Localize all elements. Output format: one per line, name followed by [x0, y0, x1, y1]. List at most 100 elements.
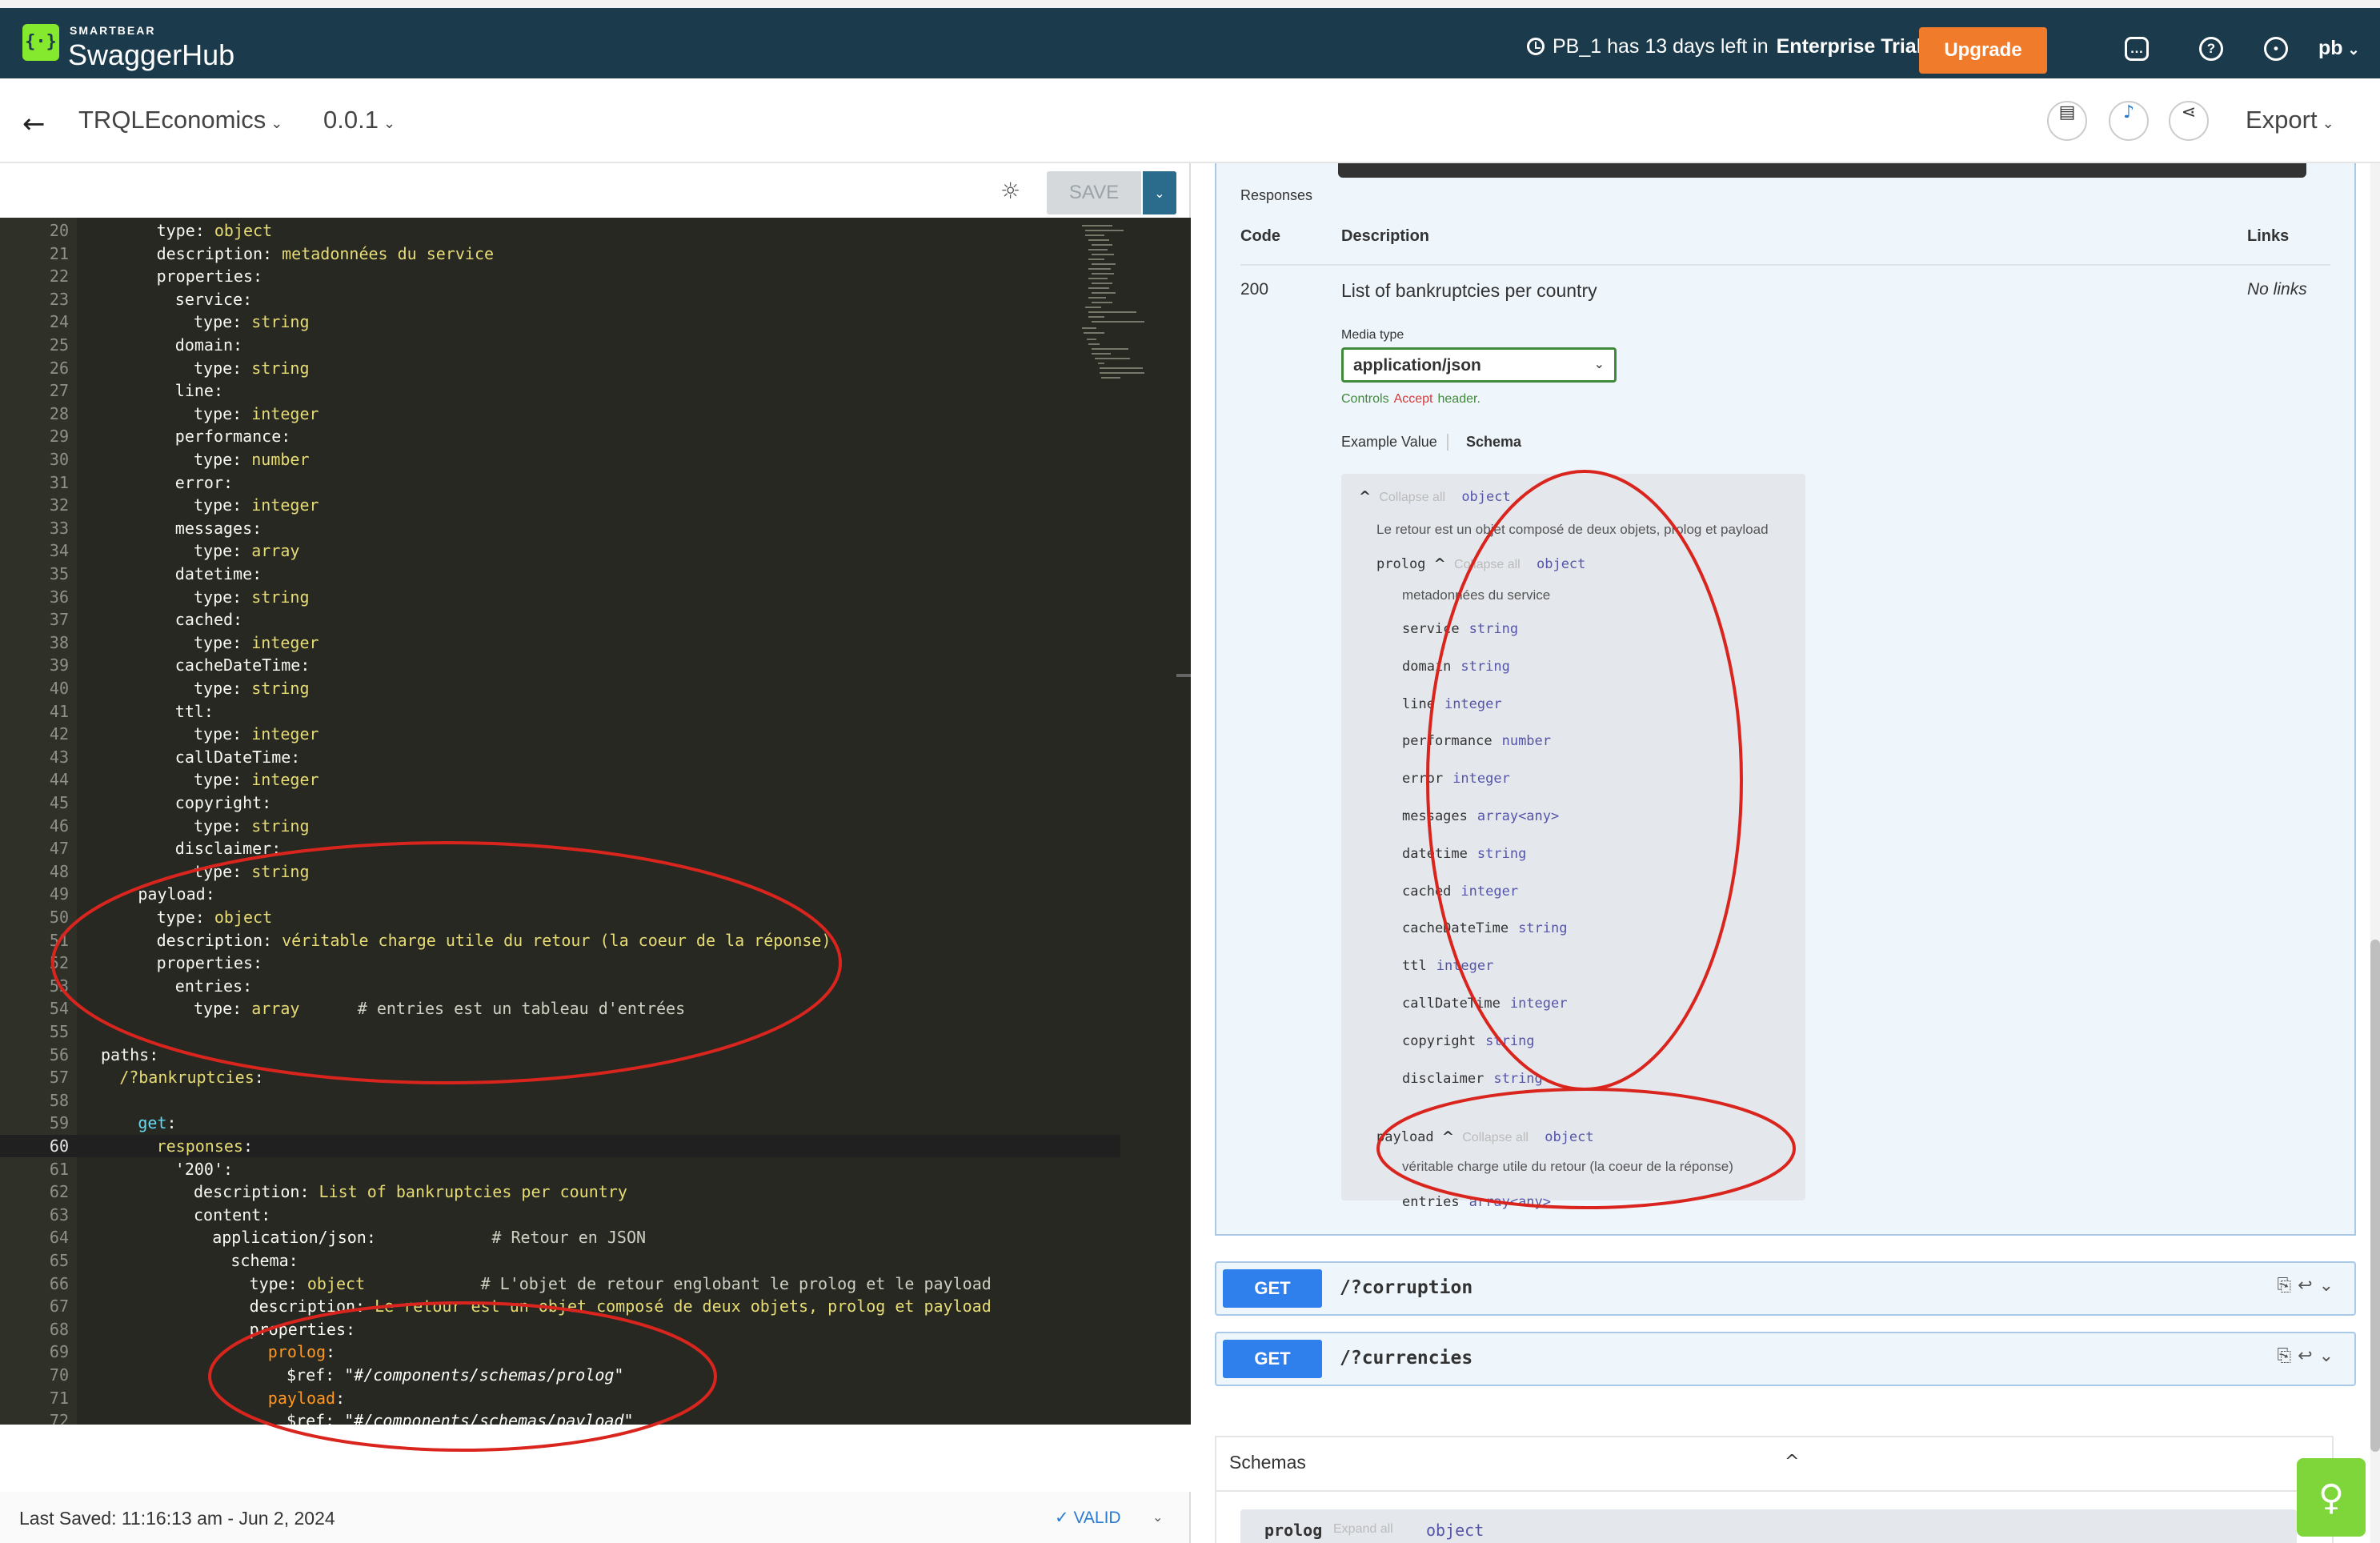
chat-icon[interactable]: … [2125, 37, 2149, 61]
help-icon[interactable]: ? [2199, 37, 2223, 61]
save-dropdown-button[interactable]: ⌄ [1143, 171, 1176, 214]
code-line[interactable]: 38 type: integer [0, 631, 1120, 654]
validation-status[interactable]: ✓ VALID [1055, 1508, 1121, 1528]
code-line[interactable]: 68 properties: [0, 1318, 1120, 1341]
code-line[interactable]: 45 copyright: [0, 792, 1120, 814]
expand-all-link[interactable]: Expand all [1333, 1522, 1393, 1537]
code-line[interactable]: 72 $ref: "#/components/schemas/payload" [0, 1409, 1120, 1425]
root-collapse-row[interactable]: ^ Collapse all object [1359, 488, 1511, 505]
code-line[interactable]: 39 cacheDateTime: [0, 654, 1120, 676]
operation-get-currencies[interactable]: GET /?currencies ⎘↩⌄ [1215, 1332, 2356, 1386]
code-line[interactable]: 47 disclaimer: [0, 837, 1120, 860]
code-line[interactable]: 28 type: integer [0, 403, 1120, 425]
code-line[interactable]: 22 properties: [0, 265, 1120, 287]
chevron-down-icon[interactable]: ⌄ [2319, 1346, 2340, 1366]
code-line[interactable]: 59 get: [0, 1112, 1120, 1134]
code-line[interactable]: 71 payload: [0, 1387, 1120, 1409]
api-version-dropdown[interactable]: 0.0.1 ⌄ [323, 106, 395, 134]
chevron-down-icon[interactable]: ⌄ [2319, 1276, 2340, 1296]
code-line[interactable]: 64 application/json: # Retour en JSON [0, 1226, 1120, 1248]
code-line[interactable]: 50 type: object [0, 906, 1120, 928]
code-line[interactable]: 43 callDateTime: [0, 746, 1120, 768]
upgrade-button[interactable]: Upgrade [1919, 27, 2047, 74]
schemas-title[interactable]: Schemas [1229, 1452, 1306, 1473]
code-line[interactable]: 46 type: string [0, 815, 1120, 837]
code-line[interactable]: 32 type: integer [0, 494, 1120, 516]
chevron-up-icon[interactable]: ^ [1785, 1452, 1799, 1472]
save-button[interactable]: SAVE [1047, 171, 1141, 214]
code-line[interactable]: 24 type: string [0, 311, 1120, 333]
code-line[interactable]: 20 type: object [0, 219, 1120, 242]
code-line[interactable]: 52 properties: [0, 952, 1120, 974]
back-arrow-icon[interactable]: ← [22, 110, 46, 138]
clipboard-icon[interactable]: ⎘ [2278, 1346, 2298, 1366]
code-line[interactable]: 65 schema: [0, 1249, 1120, 1272]
user-icon[interactable]: • [2264, 37, 2288, 61]
api-name-dropdown[interactable]: TRQLEconomics ⌄ [78, 106, 282, 134]
chevron-down-icon[interactable]: ⌄ [1152, 1509, 1163, 1525]
code-line[interactable]: 36 type: string [0, 586, 1120, 608]
code-line[interactable]: 44 type: integer [0, 768, 1120, 791]
code-editor[interactable]: 20 type: object 21 description: metadonnées… [0, 218, 1191, 1425]
return-icon[interactable]: ↩ [2298, 1276, 2318, 1296]
code-line[interactable]: 54 type: array # entries est un tableau d… [0, 997, 1120, 1020]
code-line[interactable]: 29 performance: [0, 425, 1120, 447]
code-line[interactable]: 62 description: List of bankruptcies per … [0, 1180, 1120, 1203]
code-line[interactable]: 25 domain: [0, 334, 1120, 356]
media-type-select[interactable]: application/json ⌄ [1341, 347, 1617, 383]
code-line[interactable]: 27 line: [0, 379, 1120, 402]
code-line[interactable]: 57 /?bankruptcies: [0, 1066, 1120, 1088]
code-line[interactable]: 31 error: [0, 471, 1120, 494]
code-line[interactable]: 40 type: string [0, 677, 1120, 699]
code-line[interactable]: 26 type: string [0, 357, 1120, 379]
bell-icon[interactable]: ♪ [2109, 101, 2149, 141]
collapse-all-link[interactable]: Collapse all [1454, 558, 1521, 571]
tab-example-value[interactable]: Example Value [1341, 434, 1448, 451]
user-menu[interactable]: pb ⌄ [2318, 37, 2360, 60]
code-line[interactable]: 61 '200': [0, 1158, 1120, 1180]
code-line[interactable]: 49 payload: [0, 883, 1120, 905]
editor-scroll-marker[interactable] [1176, 674, 1191, 677]
return-icon[interactable]: ↩ [2298, 1346, 2318, 1366]
code-line[interactable]: 55 [0, 1020, 1120, 1043]
code-line[interactable]: 63 content: [0, 1204, 1120, 1226]
docs-scrollbar-thumb[interactable] [2370, 940, 2380, 1452]
clipboard-icon[interactable]: ⎘ [2278, 1276, 2298, 1296]
share-icon[interactable]: ⋖ [2169, 101, 2209, 141]
brand-product[interactable]: SwaggerHub [68, 38, 234, 72]
code-line[interactable]: 51 description: véritable charge utile du… [0, 929, 1120, 952]
prop-type: string [1518, 920, 1568, 937]
document-icon[interactable]: ▤ [2047, 101, 2087, 141]
code-line[interactable]: 23 service: [0, 288, 1120, 311]
lightbulb-help-button[interactable]: ♀ [2297, 1458, 2366, 1537]
code-line[interactable]: 33 messages: [0, 517, 1120, 539]
schema-model-prolog[interactable]: prolog Expand all object [1240, 1509, 2297, 1543]
code-line[interactable]: 67 description: Le retour est un objet co… [0, 1295, 1120, 1317]
code-line[interactable]: 53 entries: [0, 975, 1120, 997]
code-line[interactable]: 60 responses: [0, 1135, 1120, 1157]
export-button[interactable]: Export ⌄ [2246, 106, 2334, 134]
operation-get-corruption[interactable]: GET /?corruption ⎘↩⌄ [1215, 1261, 2356, 1316]
code-line[interactable]: 34 type: array [0, 539, 1120, 562]
code-line[interactable]: 69 prolog: [0, 1341, 1120, 1363]
code-line[interactable]: 56 paths: [0, 1044, 1120, 1066]
theme-toggle-icon[interactable]: ☼ [1000, 178, 1020, 204]
code-line[interactable]: 35 datetime: [0, 563, 1120, 585]
code-line[interactable]: 58 [0, 1089, 1120, 1112]
collapse-all-link[interactable]: Collapse all [1462, 1131, 1529, 1144]
code-token: properties [156, 953, 254, 973]
collapse-all-link[interactable]: Collapse all [1379, 491, 1445, 504]
code-line[interactable]: 21 description: metadonnées du service [0, 242, 1120, 265]
code-line[interactable]: 48 type: string [0, 860, 1120, 883]
payload-row[interactable]: payload ^ Collapse all object [1376, 1128, 1594, 1145]
code-line[interactable]: 70 $ref: "#/components/schemas/prolog" [0, 1364, 1120, 1386]
swaggerhub-logo-icon[interactable]: {·} [22, 24, 59, 61]
tab-schema[interactable]: Schema [1466, 434, 1521, 451]
code-line[interactable]: 30 type: number [0, 448, 1120, 471]
code-line[interactable]: 42 type: integer [0, 723, 1120, 745]
code-line[interactable]: 41 ttl: [0, 700, 1120, 723]
code-minimap[interactable] [1080, 222, 1149, 383]
prolog-row[interactable]: prolog ^ Collapse all object [1376, 555, 1585, 572]
code-line[interactable]: 37 cached: [0, 608, 1120, 631]
code-line[interactable]: 66 type: object # L'objet de retour englo… [0, 1272, 1120, 1295]
